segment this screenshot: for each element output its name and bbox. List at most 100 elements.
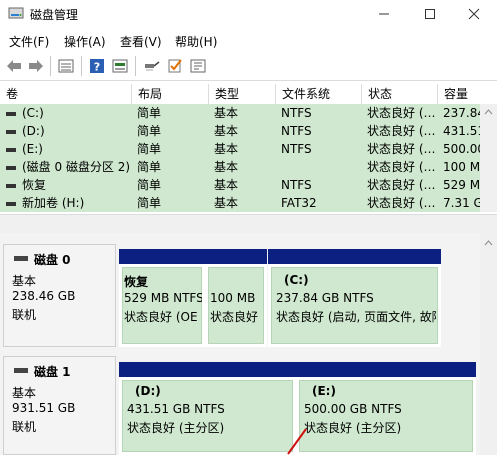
volume-layout: 简单 <box>137 142 162 156</box>
disk-view-icon <box>112 59 128 73</box>
partition-status: 状态良好 (主分区) <box>127 421 225 435</box>
help-button[interactable]: ? <box>88 57 106 75</box>
column-header-type[interactable]: 类型 <box>208 84 275 104</box>
volume-capacity: 431.51 G <box>443 124 480 138</box>
volume-name: 新加卷 (H:) <box>22 196 85 210</box>
volume-layout: 简单 <box>137 178 162 192</box>
drive-icon <box>6 166 16 170</box>
volume-list-button[interactable] <box>57 57 75 75</box>
partition-size: 431.51 GB NTFS <box>127 402 225 416</box>
volume-capacity: 100 MB <box>443 160 480 174</box>
volume-row[interactable]: (C:) 简单 基本 NTFS 状态良好 (… 237.84 G <box>0 104 480 122</box>
drive-icon <box>6 112 16 116</box>
help-icon: ? <box>90 59 104 74</box>
volume-status: 状态良好 (… <box>367 142 435 156</box>
volume-row[interactable]: 新加卷 (H:) 简单 基本 FAT32 状态良好 (… 7.31 GB <box>0 194 480 212</box>
volume-filesystem: FAT32 <box>281 196 317 210</box>
partition-header-bar <box>119 249 205 264</box>
partition-header-bar <box>268 249 441 264</box>
volume-filesystem <box>281 158 359 176</box>
maximize-button[interactable] <box>407 0 453 27</box>
disk-icon <box>14 256 28 261</box>
column-header-filesystem[interactable]: 文件系统 <box>275 84 361 104</box>
partition-name: 恢复 <box>124 275 149 289</box>
volume-status: 状态良好 (… <box>367 124 435 138</box>
partition-recovery[interactable]: 恢复 529 MB NTFS 状态良好 (OE <box>119 249 205 347</box>
connect-button[interactable] <box>143 57 161 75</box>
properties-button[interactable] <box>189 57 207 75</box>
disk-title: 磁盘 1 <box>34 365 71 379</box>
volume-type: 基本 <box>214 196 239 210</box>
volume-list-icon <box>58 59 74 73</box>
partition-status: 状态良好 (主分区) <box>304 421 402 435</box>
volume-row[interactable]: (E:) 简单 基本 NTFS 状态良好 (… 500.00 G <box>0 140 480 158</box>
volume-type: 基本 <box>214 160 239 174</box>
volume-type: 基本 <box>214 124 239 138</box>
close-icon <box>468 8 480 19</box>
volume-row[interactable]: 恢复 简单 基本 NTFS 状态良好 (… 529 MB <box>0 176 480 194</box>
disk-view-button[interactable] <box>111 57 129 75</box>
partition-status: 状态良好 (启动, 页面文件, 故障 <box>276 310 436 324</box>
menu-view[interactable]: 查看(V) <box>120 33 162 50</box>
volume-name: (D:) <box>22 124 45 138</box>
volume-filesystem: NTFS <box>281 178 312 192</box>
scroll-up-icon <box>484 240 493 246</box>
partition-header-bar <box>119 362 296 377</box>
disk-0-label[interactable]: 磁盘 0 基本 238.46 GB 联机 <box>3 244 116 347</box>
scroll-up-icon <box>484 109 493 115</box>
volume-capacity: 529 MB <box>443 178 480 192</box>
volume-row[interactable]: (磁盘 0 磁盘分区 2) 简单 基本 状态良好 (… 100 MB <box>0 158 480 176</box>
volume-layout: 简单 <box>137 196 162 210</box>
disk-type: 基本 <box>12 274 37 288</box>
volume-layout: 简单 <box>137 106 162 120</box>
partition-d[interactable]: (D:) 431.51 GB NTFS 状态良好 (主分区) <box>119 362 296 455</box>
volume-type: 基本 <box>214 106 239 120</box>
partition-header-bar <box>205 249 267 264</box>
forward-button[interactable] <box>27 57 45 75</box>
partition-body <box>208 267 264 344</box>
minimize-icon <box>379 13 389 14</box>
volume-status: 状态良好 (… <box>367 106 435 120</box>
toolbar-separator <box>135 56 136 76</box>
volume-status: 状态良好 (… <box>367 196 435 210</box>
check-icon <box>168 59 182 73</box>
volume-list-scrollbar[interactable] <box>480 104 497 212</box>
disk-map-scrollbar[interactable] <box>480 233 497 455</box>
partition-e[interactable]: (E:) 500.00 GB NTFS 状态良好 (主分区) <box>296 362 476 455</box>
column-header-capacity[interactable]: 容量 <box>437 84 497 104</box>
column-header-layout[interactable]: 布局 <box>131 84 208 104</box>
volume-layout: 简单 <box>137 124 162 138</box>
drive-icon <box>6 184 16 188</box>
drive-icon <box>6 148 16 152</box>
disk-type: 基本 <box>12 386 37 400</box>
partition-c[interactable]: (C:) 237.84 GB NTFS 状态良好 (启动, 页面文件, 故障 <box>268 249 441 347</box>
disk-icon <box>14 368 28 373</box>
partition-system[interactable]: 100 MB 状态良好 <box>205 249 267 347</box>
check-button[interactable] <box>166 57 184 75</box>
minimize-button[interactable] <box>361 0 407 27</box>
close-button[interactable] <box>451 0 497 27</box>
back-button[interactable] <box>5 57 23 75</box>
volume-name: 恢复 <box>22 178 47 192</box>
volume-name: (E:) <box>22 142 43 156</box>
disk-management-app-icon <box>8 7 24 19</box>
disk-1-label[interactable]: 磁盘 1 基本 931.51 GB 联机 <box>3 356 116 455</box>
pane-splitter[interactable] <box>0 214 497 234</box>
partition-size: 100 MB <box>210 291 256 305</box>
menu-file[interactable]: 文件(F) <box>9 33 49 50</box>
volume-row[interactable]: (D:) 简单 基本 NTFS 状态良好 (… 431.51 G <box>0 122 480 140</box>
column-header-status[interactable]: 状态 <box>361 84 437 104</box>
toolbar-separator <box>81 56 82 76</box>
column-header-volume[interactable]: 卷 <box>0 84 131 104</box>
disk-status: 联机 <box>12 420 37 434</box>
partition-status: 状态良好 (OE <box>124 310 198 324</box>
drive-icon <box>6 202 16 206</box>
menu-action[interactable]: 操作(A) <box>64 33 106 50</box>
volume-type: 基本 <box>214 142 239 156</box>
menu-help[interactable]: 帮助(H) <box>175 33 217 50</box>
partition-name: (C:) <box>284 273 309 287</box>
maximize-icon <box>425 8 435 19</box>
volume-status: 状态良好 (… <box>367 160 435 174</box>
volume-status: 状态良好 (… <box>367 178 435 192</box>
partition-size: 529 MB NTFS <box>124 291 202 305</box>
